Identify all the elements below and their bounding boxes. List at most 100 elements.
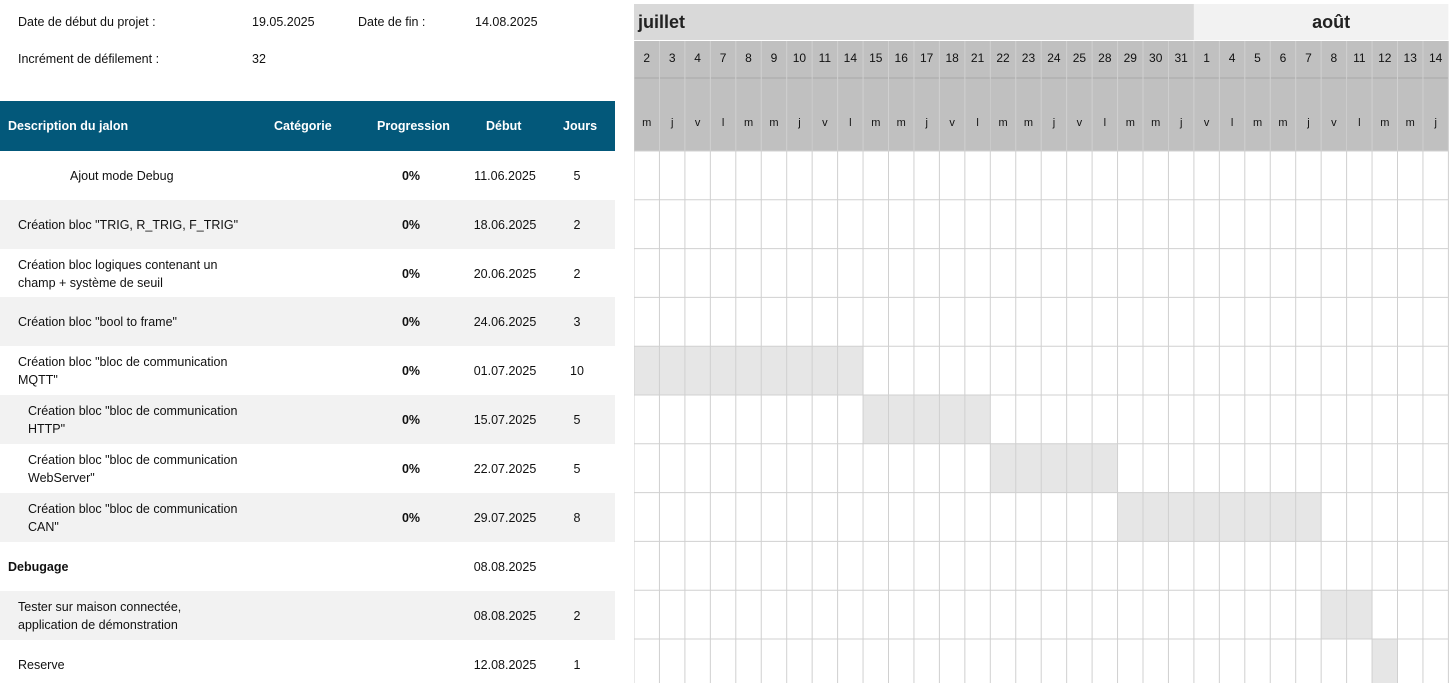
- day-number[interactable]: 16: [895, 51, 909, 65]
- milestone-description[interactable]: Création bloc "bool to frame": [18, 297, 258, 346]
- weekday-letter[interactable]: m: [897, 117, 906, 129]
- milestone-start[interactable]: 15.07.2025: [462, 395, 548, 444]
- weekday-letter[interactable]: m: [744, 117, 753, 129]
- day-number[interactable]: 31: [1174, 51, 1188, 65]
- milestone-progress[interactable]: 0%: [395, 151, 427, 200]
- table-row[interactable]: Création bloc logiques contenant un cham…: [0, 249, 615, 298]
- milestone-days[interactable]: 5: [562, 395, 592, 444]
- weekday-letter[interactable]: j: [1433, 117, 1436, 129]
- milestone-days[interactable]: 3: [562, 297, 592, 346]
- milestone-description[interactable]: Ajout mode Debug: [70, 151, 310, 200]
- day-number[interactable]: 10: [793, 51, 807, 65]
- day-number[interactable]: 15: [869, 51, 883, 65]
- milestone-start[interactable]: 22.07.2025: [462, 444, 548, 493]
- weekday-letter[interactable]: m: [769, 117, 778, 129]
- milestone-start[interactable]: 18.06.2025: [462, 200, 548, 249]
- milestone-progress[interactable]: 0%: [395, 493, 427, 542]
- scroll-increment-value[interactable]: 32: [252, 52, 266, 66]
- gantt-bar[interactable]: [990, 443, 1118, 493]
- table-row[interactable]: Création bloc "bloc de communication Web…: [0, 444, 615, 493]
- weekday-letter[interactable]: m: [1126, 117, 1135, 129]
- day-number[interactable]: 8: [1331, 51, 1338, 65]
- weekday-letter[interactable]: v: [695, 117, 701, 129]
- table-row[interactable]: Création bloc "bool to frame" 0% 24.06.2…: [0, 297, 615, 346]
- header-category[interactable]: Catégorie: [274, 101, 332, 151]
- weekday-letter[interactable]: m: [1278, 117, 1287, 129]
- day-number[interactable]: 7: [720, 51, 727, 65]
- day-number[interactable]: 12: [1378, 51, 1392, 65]
- milestone-days[interactable]: 5: [562, 444, 592, 493]
- milestone-days[interactable]: 2: [562, 200, 592, 249]
- weekday-letter[interactable]: m: [1253, 117, 1262, 129]
- day-number[interactable]: 3: [669, 51, 676, 65]
- day-number[interactable]: 18: [945, 51, 959, 65]
- weekday-letter[interactable]: m: [1406, 117, 1415, 129]
- milestone-description[interactable]: Création bloc logiques contenant un cham…: [18, 249, 243, 298]
- day-number[interactable]: 2: [643, 51, 650, 65]
- day-number[interactable]: 29: [1124, 51, 1138, 65]
- table-row[interactable]: Ajout mode Debug 0% 11.06.2025 5: [0, 151, 615, 200]
- milestone-progress[interactable]: 0%: [395, 249, 427, 298]
- weekday-letter[interactable]: j: [1052, 117, 1055, 129]
- day-number[interactable]: 4: [694, 51, 701, 65]
- milestone-progress[interactable]: 0%: [395, 200, 427, 249]
- milestone-description[interactable]: Debugage: [8, 542, 248, 591]
- milestone-start[interactable]: 08.08.2025: [462, 591, 548, 640]
- weekday-letter[interactable]: v: [1204, 117, 1210, 129]
- table-row[interactable]: Création bloc "bloc de communication CAN…: [0, 493, 615, 542]
- weekday-letter[interactable]: v: [1331, 117, 1337, 129]
- milestone-start[interactable]: 20.06.2025: [462, 249, 548, 298]
- project-end-value[interactable]: 14.08.2025: [475, 15, 538, 29]
- milestone-days[interactable]: 2: [562, 591, 592, 640]
- milestone-start[interactable]: 01.07.2025: [462, 346, 548, 395]
- weekday-letter[interactable]: j: [1179, 117, 1182, 129]
- weekday-letter[interactable]: l: [1104, 117, 1106, 129]
- header-progress[interactable]: Progression: [377, 101, 450, 151]
- milestone-days[interactable]: 8: [562, 493, 592, 542]
- milestone-progress[interactable]: 0%: [395, 444, 427, 493]
- weekday-letter[interactable]: v: [949, 117, 955, 129]
- milestone-start[interactable]: 29.07.2025: [462, 493, 548, 542]
- gantt-bar[interactable]: [634, 346, 864, 395]
- day-number[interactable]: 28: [1098, 51, 1112, 65]
- weekday-letter[interactable]: l: [1231, 117, 1233, 129]
- weekday-letter[interactable]: l: [849, 117, 851, 129]
- weekday-letter[interactable]: m: [642, 117, 651, 129]
- milestone-description[interactable]: Création bloc "bloc de communication MQT…: [18, 346, 243, 395]
- milestone-start[interactable]: 11.06.2025: [462, 151, 548, 200]
- table-row[interactable]: Création bloc "bloc de communication MQT…: [0, 346, 615, 395]
- weekday-letter[interactable]: j: [1306, 117, 1309, 129]
- milestone-days[interactable]: 2: [562, 249, 592, 298]
- day-number[interactable]: 24: [1047, 51, 1061, 65]
- weekday-letter[interactable]: l: [1358, 117, 1360, 129]
- header-start[interactable]: Début: [486, 101, 521, 151]
- milestone-description[interactable]: Reserve: [18, 640, 258, 689]
- milestone-description[interactable]: Création bloc "bloc de communication Web…: [28, 444, 253, 493]
- milestone-start[interactable]: 08.08.2025: [462, 542, 548, 591]
- milestone-progress[interactable]: 0%: [395, 346, 427, 395]
- weekday-letter[interactable]: j: [797, 117, 800, 129]
- weekday-letter[interactable]: m: [871, 117, 880, 129]
- day-number[interactable]: 22: [996, 51, 1010, 65]
- weekday-letter[interactable]: m: [1380, 117, 1389, 129]
- milestone-description[interactable]: Création bloc "bloc de communication HTT…: [28, 395, 253, 444]
- day-number[interactable]: 30: [1149, 51, 1163, 65]
- day-number[interactable]: 6: [1280, 51, 1287, 65]
- milestone-progress[interactable]: 0%: [395, 297, 427, 346]
- milestone-days[interactable]: 5: [562, 151, 592, 200]
- day-number[interactable]: 21: [971, 51, 985, 65]
- day-number[interactable]: 7: [1305, 51, 1312, 65]
- weekday-letter[interactable]: m: [1151, 117, 1160, 129]
- header-description[interactable]: Description du jalon: [8, 101, 128, 151]
- weekday-letter[interactable]: v: [1077, 117, 1083, 129]
- day-number[interactable]: 23: [1022, 51, 1036, 65]
- day-number[interactable]: 17: [920, 51, 934, 65]
- day-number[interactable]: 14: [844, 51, 858, 65]
- header-days[interactable]: Jours: [563, 101, 597, 151]
- day-number[interactable]: 25: [1073, 51, 1087, 65]
- month-header[interactable]: [634, 4, 1194, 40]
- milestone-days[interactable]: 10: [562, 346, 592, 395]
- day-number[interactable]: 14: [1429, 51, 1443, 65]
- day-number[interactable]: 11: [819, 51, 832, 65]
- milestone-description[interactable]: Création bloc "TRIG, R_TRIG, F_TRIG": [18, 200, 258, 249]
